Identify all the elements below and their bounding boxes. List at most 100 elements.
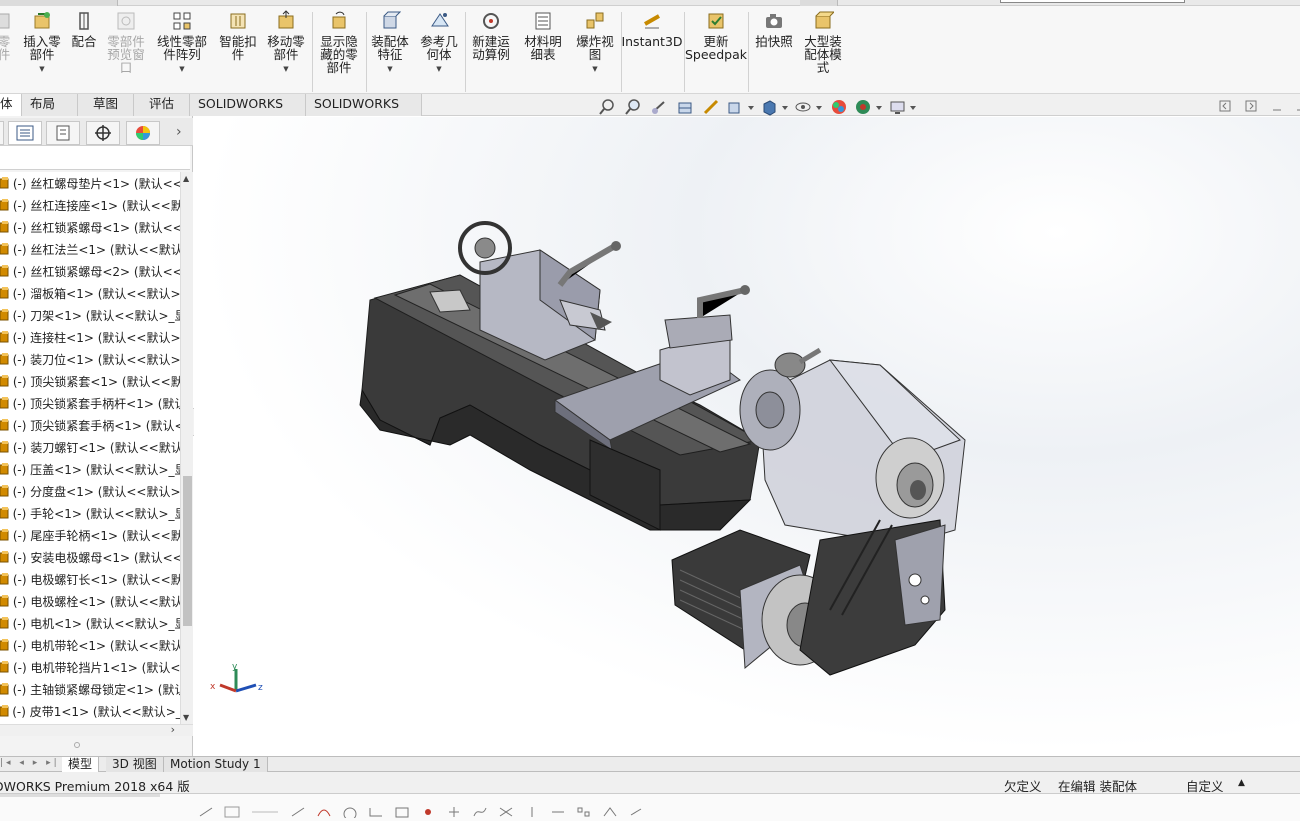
chevron-down-icon[interactable]: ▼: [283, 63, 288, 76]
hide-show-items-icon[interactable]: [792, 97, 826, 117]
tab-evaluate[interactable]: 评估: [134, 94, 190, 116]
tree-item[interactable]: (-) 顶尖锁紧套手柄<1> (默认<: [0, 414, 180, 436]
tree-item[interactable]: (-) 丝杠法兰<1> (默认<<默认: [0, 238, 180, 260]
insert-component-button[interactable]: 插入零 部件 ▼: [20, 10, 64, 76]
bill-of-materials-button[interactable]: 材料明 细表: [520, 10, 566, 61]
restore-icon[interactable]: [1292, 99, 1300, 113]
configurationmanager-icon[interactable]: [86, 121, 120, 145]
chevron-down-icon[interactable]: ▼: [179, 63, 184, 76]
tree-item[interactable]: (-) 电极螺栓<1> (默认<<默认: [0, 590, 180, 612]
tree-item[interactable]: (-) 分度盘<1> (默认<<默认>_: [0, 480, 180, 502]
mirror-icon[interactable]: [524, 806, 540, 818]
circle-icon[interactable]: [342, 806, 358, 818]
units-selector[interactable]: 自定义: [1186, 776, 1224, 795]
tree-item[interactable]: (-) 装刀螺钉<1> (默认<<默认: [0, 436, 180, 458]
display-manager-icon[interactable]: [126, 121, 160, 145]
instant3d-button[interactable]: Instant3D: [621, 10, 683, 48]
part-button[interactable]: 零 件: [0, 10, 14, 61]
tree-item[interactable]: (-) 安装电极螺母<1> (默认<<: [0, 546, 180, 568]
reference-geometry-button[interactable]: 参考几 何体 ▼: [416, 10, 462, 76]
grid-icon[interactable]: [224, 806, 240, 818]
component-preview-button[interactable]: 零部件 预览窗 口: [104, 10, 148, 74]
tree-item[interactable]: (-) 手轮<1> (默认<<默认>_显: [0, 502, 180, 524]
chevron-up-icon[interactable]: ▲: [1238, 778, 1245, 788]
smart-dimension-icon[interactable]: [198, 806, 214, 818]
tab-sketch[interactable]: 草图: [78, 94, 134, 116]
relations-icon[interactable]: [602, 806, 618, 818]
tree-horizontal-scrollbar[interactable]: ›: [0, 723, 193, 736]
section-view-icon[interactable]: [672, 97, 698, 117]
mate-button[interactable]: 配合: [70, 10, 98, 48]
snapshot-button[interactable]: 拍快照: [752, 10, 796, 48]
tree-item[interactable]: (-) 丝杠螺母垫片<1> (默认<<: [0, 172, 180, 194]
large-assembly-button[interactable]: 大型装 配体模 式: [800, 10, 846, 74]
apply-scene-icon[interactable]: [852, 97, 886, 117]
tree-item[interactable]: (-) 电极螺钉长<1> (默认<<默: [0, 568, 180, 590]
tree-item[interactable]: (-) 溜板箱<1> (默认<<默认>_: [0, 282, 180, 304]
tab-layout[interactable]: 布局: [22, 94, 78, 116]
zoom-to-area-icon[interactable]: [620, 97, 646, 117]
chevron-down-icon[interactable]: ▼: [39, 63, 44, 76]
search-field[interactable]: [1000, 0, 1185, 3]
tree-item[interactable]: (-) 刀架<1> (默认<<默认>_显: [0, 304, 180, 326]
tree-item[interactable]: (-) 顶尖锁紧套<1> (默认<<默: [0, 370, 180, 392]
tab-solidworks-mbd[interactable]: SOLIDWORKS MBD: [306, 94, 422, 131]
repair-icon[interactable]: [628, 806, 644, 818]
scroll-thumb[interactable]: [183, 476, 192, 626]
chevron-down-icon[interactable]: ▼: [592, 63, 597, 76]
scroll-right-icon[interactable]: ›: [171, 723, 175, 736]
new-motion-study-button[interactable]: 新建运 动算例: [468, 10, 514, 61]
tab-3d-views[interactable]: 3D 视图: [106, 757, 164, 772]
scroll-up-icon[interactable]: ▲: [183, 174, 189, 183]
tree-item[interactable]: (-) 顶尖锁紧套手柄杆<1> (默认: [0, 392, 180, 414]
dynamic-annotation-icon[interactable]: [698, 97, 724, 117]
featuremanager-icon[interactable]: [8, 121, 42, 145]
previous-view-icon[interactable]: [646, 97, 672, 117]
tab-model[interactable]: 模型: [62, 757, 100, 772]
view-orientation-icon[interactable]: [724, 97, 758, 117]
tree-item[interactable]: (-) 装刀位<1> (默认<<默认>_: [0, 348, 180, 370]
tile-right-icon[interactable]: [1244, 99, 1258, 113]
tree-item[interactable]: (-) 皮带1<1> (默认<<默认>_显: [0, 700, 180, 722]
tab-assembly[interactable]: 体: [0, 94, 22, 116]
zoom-to-fit-icon[interactable]: [594, 97, 620, 117]
chevron-down-icon[interactable]: ▼: [436, 63, 441, 76]
tree-item[interactable]: (-) 电机带轮<1> (默认<<默认: [0, 634, 180, 656]
update-speedpak-button[interactable]: 更新 Speedpak: [685, 10, 747, 61]
fillet-icon[interactable]: [368, 806, 384, 818]
rectangle-icon[interactable]: [394, 806, 410, 818]
graphics-area[interactable]: y z x: [194, 117, 1300, 756]
pattern-icon[interactable]: [576, 806, 592, 818]
edit-appearance-icon[interactable]: [826, 97, 852, 117]
arc-icon[interactable]: [316, 806, 332, 818]
sketch-label-icon[interactable]: [250, 806, 280, 818]
linear-pattern-button[interactable]: 线性零部 件阵列 ▼: [154, 10, 210, 76]
tile-left-icon[interactable]: [1218, 99, 1232, 113]
chevron-right-icon[interactable]: ›: [176, 124, 182, 140]
tree-item[interactable]: (-) 压盖<1> (默认<<默认>_显: [0, 458, 180, 480]
tree-item[interactable]: (-) 丝杠连接座<1> (默认<<默: [0, 194, 180, 216]
trim-icon[interactable]: [498, 806, 514, 818]
line-icon[interactable]: [290, 806, 306, 818]
move-entities-icon[interactable]: [550, 806, 566, 818]
tree-item[interactable]: (-) 主轴锁紧螺母锁定<1> (默认: [0, 678, 180, 700]
tree-item[interactable]: (-) 丝杠锁紧螺母<2> (默认<<: [0, 260, 180, 282]
tree-item[interactable]: (-) 电机<1> (默认<<默认>_显: [0, 612, 180, 634]
scroll-down-icon[interactable]: ▼: [183, 713, 189, 722]
chevron-down-icon[interactable]: ▼: [387, 63, 392, 76]
exploded-view-button[interactable]: 爆炸视 图 ▼: [572, 10, 618, 76]
tree-item[interactable]: (-) 电机带轮挡片1<1> (默认<: [0, 656, 180, 678]
panel-tab-overflow[interactable]: [0, 121, 4, 145]
tree-vertical-scrollbar[interactable]: ▲ ▼: [180, 172, 193, 724]
minimize-icon[interactable]: [1270, 99, 1284, 113]
tab-motion-study[interactable]: Motion Study 1: [164, 757, 268, 772]
display-style-icon[interactable]: [758, 97, 792, 117]
show-hidden-button[interactable]: 显示隐 藏的零 部件: [316, 10, 362, 74]
tab-nav-arrows[interactable]: |◂ ◂ ▸ ▸|: [0, 758, 60, 768]
plus-icon[interactable]: [446, 806, 462, 818]
tree-filter-input[interactable]: [0, 146, 190, 170]
assembly-features-button[interactable]: 装配体 特征 ▼: [368, 10, 412, 76]
spline-icon[interactable]: [472, 806, 488, 818]
smart-fasteners-button[interactable]: 智能扣 件: [216, 10, 260, 61]
tab-solidworks-addins[interactable]: SOLIDWORKS 插件: [190, 94, 306, 131]
